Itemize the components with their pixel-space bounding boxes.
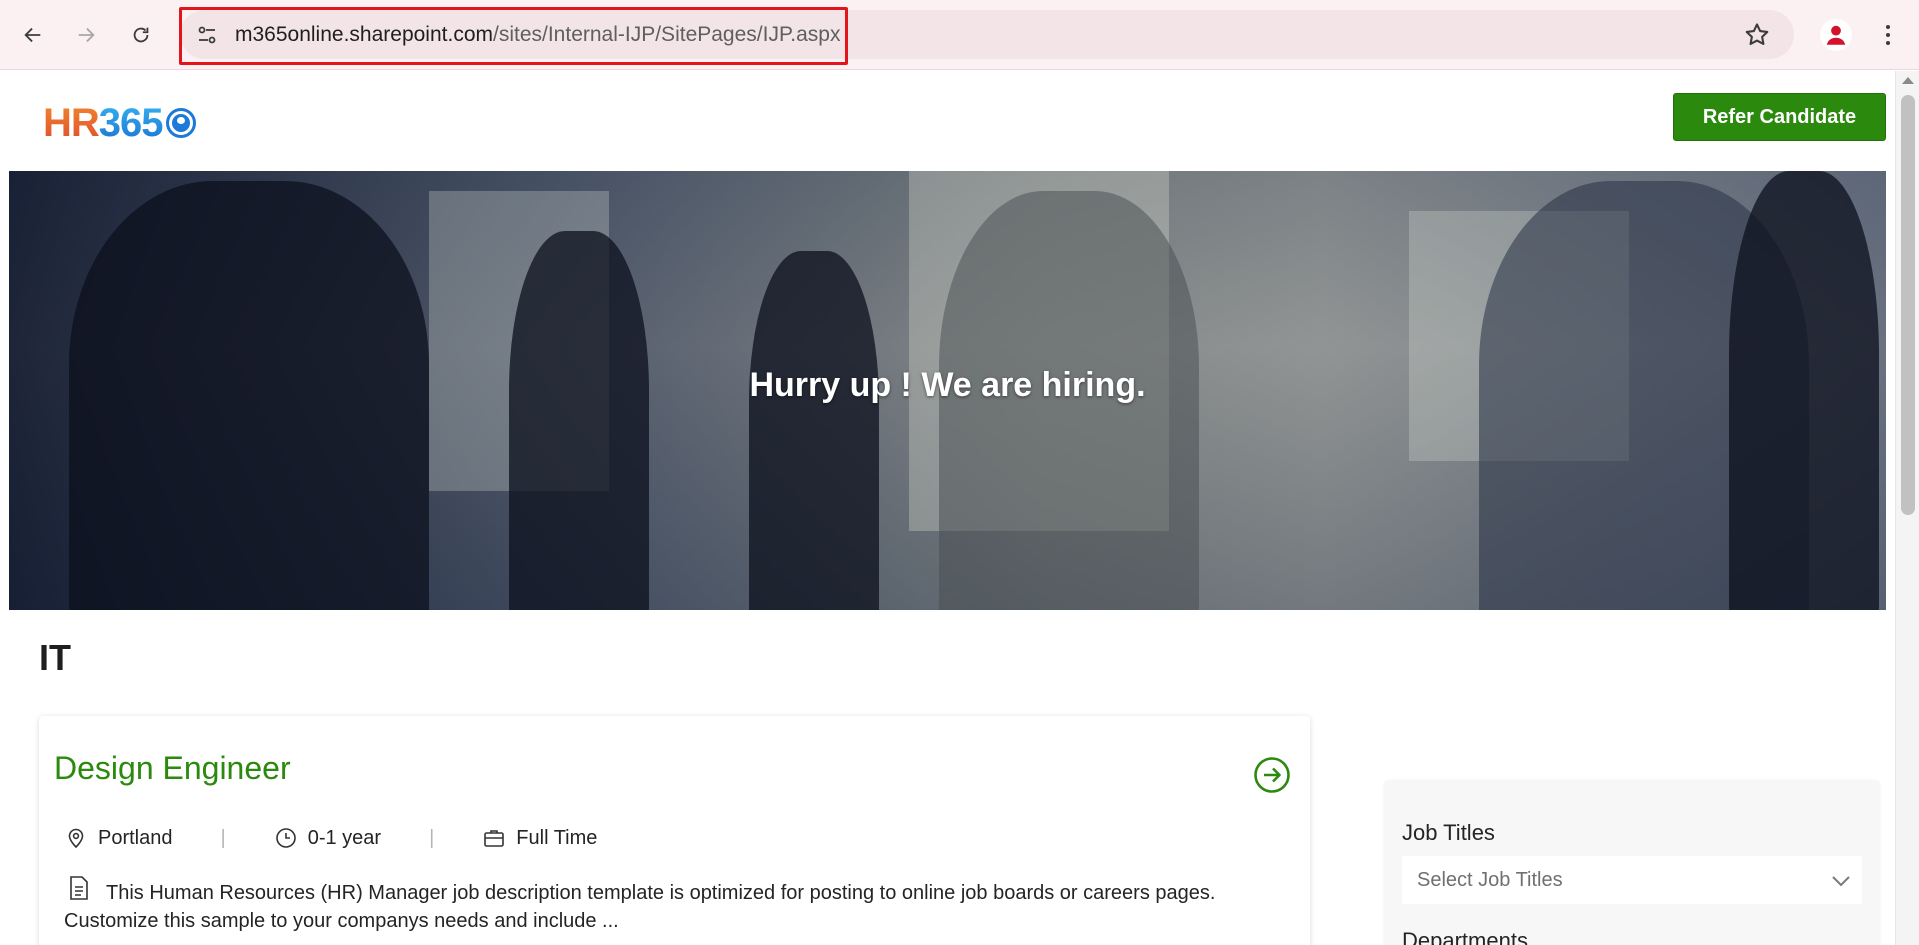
site-info-icon[interactable]: [195, 23, 219, 47]
job-experience: 0-1 year: [274, 826, 381, 850]
meta-separator: |: [220, 826, 226, 849]
back-icon: [24, 27, 41, 43]
meta-separator: |: [429, 826, 435, 849]
logo-365-text: 365: [98, 100, 164, 145]
location-pin-icon: [68, 828, 84, 849]
scroll-up-arrow-icon[interactable]: [1902, 77, 1914, 84]
refer-candidate-button[interactable]: Refer Candidate: [1673, 93, 1886, 141]
job-location-text: Portland: [98, 826, 173, 849]
job-titles-select[interactable]: Select Job Titles: [1402, 856, 1862, 904]
profile-icon: [1826, 25, 1846, 45]
hr365-logo[interactable]: HR 365: [43, 101, 196, 145]
hero-title: Hurry up ! We are hiring.: [749, 366, 1146, 404]
forward-button[interactable]: [68, 17, 104, 53]
job-titles-label: Job Titles: [1402, 820, 1495, 845]
job-experience-text: 0-1 year: [307, 826, 382, 849]
chevron-down-icon: [1832, 876, 1850, 887]
back-button[interactable]: [15, 17, 51, 53]
department-title: IT: [39, 637, 71, 678]
logo-hr-text: HR: [43, 100, 100, 145]
profile-button[interactable]: [1820, 19, 1852, 51]
job-type: Full Time: [482, 826, 597, 850]
bookmark-star-icon[interactable]: [1743, 21, 1771, 49]
reload-button[interactable]: [123, 17, 159, 53]
more-menu-icon[interactable]: [1874, 20, 1902, 50]
url-text[interactable]: m365online.sharepoint.com/sites/Internal…: [235, 22, 840, 48]
job-location: Portland: [64, 826, 173, 850]
hero-banner: Hurry up ! We are hiring.: [9, 171, 1886, 610]
job-card[interactable]: Design Engineer Portland | 0-1 year | Fu…: [39, 716, 1310, 945]
job-type-text: Full Time: [516, 826, 598, 849]
logo-badge-icon: [165, 108, 196, 138]
departments-label: Departments: [1402, 928, 1528, 945]
filter-panel: Job Titles Select Job Titles Departments: [1385, 780, 1879, 945]
forward-icon: [78, 27, 95, 43]
briefcase-icon: [484, 830, 505, 847]
reload-icon: [133, 27, 149, 43]
browser-toolbar: m365online.sharepoint.com/sites/Internal…: [0, 0, 1919, 70]
page-scrollbar[interactable]: [1895, 71, 1919, 945]
url-path: /sites/Internal-IJP/SitePages/IJP.aspx: [493, 23, 841, 46]
job-title[interactable]: Design Engineer: [54, 750, 291, 787]
job-titles-placeholder: Select Job Titles: [1417, 869, 1563, 891]
url-host: m365online.sharepoint.com: [235, 23, 493, 46]
open-job-arrow-icon[interactable]: [1253, 756, 1291, 794]
page-content: HR 365 Refer Candidate Hurry up ! We are …: [0, 71, 1895, 945]
clock-icon: [275, 828, 296, 848]
job-meta-row: Portland | 0-1 year | Full Time: [64, 823, 597, 853]
scroll-thumb[interactable]: [1901, 95, 1915, 515]
job-description: This Human Resources (HR) Manager job de…: [64, 882, 1216, 932]
